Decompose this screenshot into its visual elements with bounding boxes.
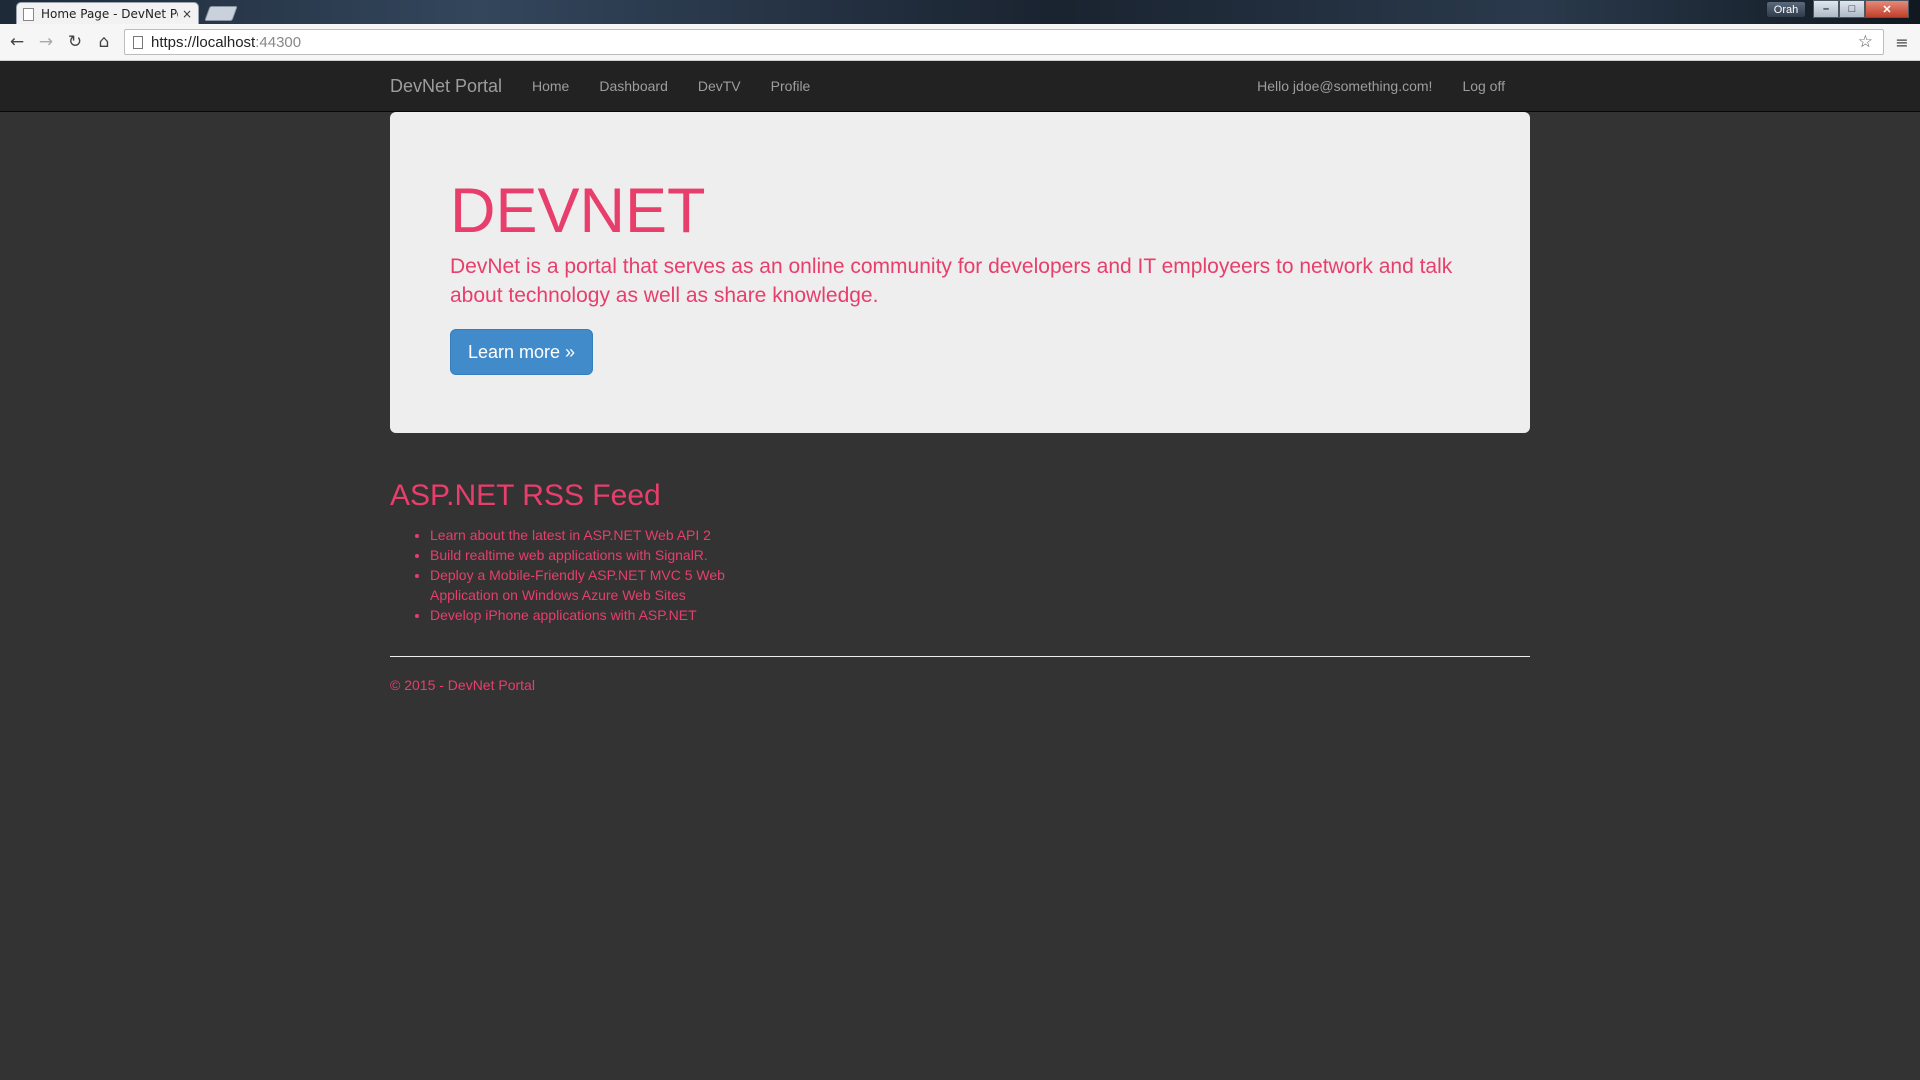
window-controls: – □ ✕ xyxy=(1813,0,1909,18)
url-port: :44300 xyxy=(255,33,302,51)
bookmark-star-icon[interactable]: ☆ xyxy=(1858,32,1873,52)
list-item: Build realtime web applications with Sig… xyxy=(430,545,750,565)
rss-feed-heading: ASP.NET RSS Feed xyxy=(390,479,661,512)
nav-link-profile[interactable]: Profile xyxy=(756,61,826,111)
reload-icon[interactable]: ↻ xyxy=(63,30,87,54)
new-tab-button[interactable] xyxy=(204,6,238,21)
rss-item-link[interactable]: Build realtime web applications with Sig… xyxy=(430,547,708,563)
browser-titlebar: Home Page - DevNet Por × Orah – □ ✕ xyxy=(0,0,1920,25)
maximize-button[interactable]: □ xyxy=(1839,0,1865,18)
browser-menu-icon[interactable]: ≡ xyxy=(1893,32,1911,52)
nav-link-dashboard[interactable]: Dashboard xyxy=(584,61,683,111)
profile-badge[interactable]: Orah xyxy=(1766,1,1806,18)
site-navbar: DevNet Portal Home Dashboard DevTV Profi… xyxy=(0,61,1920,112)
nav-links: Home Dashboard DevTV Profile xyxy=(517,61,825,111)
browser-toolbar: ← → ↻ ⌂ https://localhost:44300 ☆ ≡ xyxy=(0,24,1920,61)
address-bar[interactable]: https://localhost:44300 ☆ xyxy=(124,29,1884,55)
forward-arrow-icon[interactable]: → xyxy=(34,30,58,54)
page-icon xyxy=(133,35,143,49)
list-item: Learn about the latest in ASP.NET Web AP… xyxy=(430,525,750,545)
rss-item-link[interactable]: Develop iPhone applications with ASP.NET xyxy=(430,607,697,623)
list-item: Deploy a Mobile-Friendly ASP.NET MVC 5 W… xyxy=(430,565,750,605)
tab-title: Home Page - DevNet Por xyxy=(41,7,178,21)
browser-tab[interactable]: Home Page - DevNet Por × xyxy=(16,2,199,25)
logoff-link[interactable]: Log off xyxy=(1447,61,1520,111)
back-arrow-icon[interactable]: ← xyxy=(5,30,29,54)
rss-feed-list: Learn about the latest in ASP.NET Web AP… xyxy=(390,525,750,625)
close-window-button[interactable]: ✕ xyxy=(1865,0,1909,18)
minimize-button[interactable]: – xyxy=(1813,0,1839,18)
rss-item-link[interactable]: Deploy a Mobile-Friendly ASP.NET MVC 5 W… xyxy=(430,567,725,603)
page-title: DEVNET xyxy=(450,176,706,246)
jumbotron: DEVNET DevNet is a portal that serves as… xyxy=(390,112,1530,433)
footer-copyright: © 2015 - DevNet Portal xyxy=(390,677,535,693)
nav-link-home[interactable]: Home xyxy=(517,61,584,111)
home-icon[interactable]: ⌂ xyxy=(92,30,116,54)
tab-close-icon[interactable]: × xyxy=(182,7,192,21)
list-item: Develop iPhone applications with ASP.NET xyxy=(430,605,750,625)
footer-divider xyxy=(390,656,1530,657)
nav-link-devtv[interactable]: DevTV xyxy=(683,61,756,111)
url-host: https://localhost xyxy=(151,33,256,51)
learn-more-button[interactable]: Learn more » xyxy=(450,329,594,375)
intro-text: DevNet is a portal that serves as an onl… xyxy=(450,255,1453,307)
page-favicon-icon xyxy=(23,7,34,21)
user-greeting-link[interactable]: Hello jdoe@something.com! xyxy=(1242,61,1447,111)
brand-link[interactable]: DevNet Portal xyxy=(390,61,502,111)
nav-user-area: Hello jdoe@something.com! Log off xyxy=(1242,61,1520,111)
rss-item-link[interactable]: Learn about the latest in ASP.NET Web AP… xyxy=(430,527,711,543)
